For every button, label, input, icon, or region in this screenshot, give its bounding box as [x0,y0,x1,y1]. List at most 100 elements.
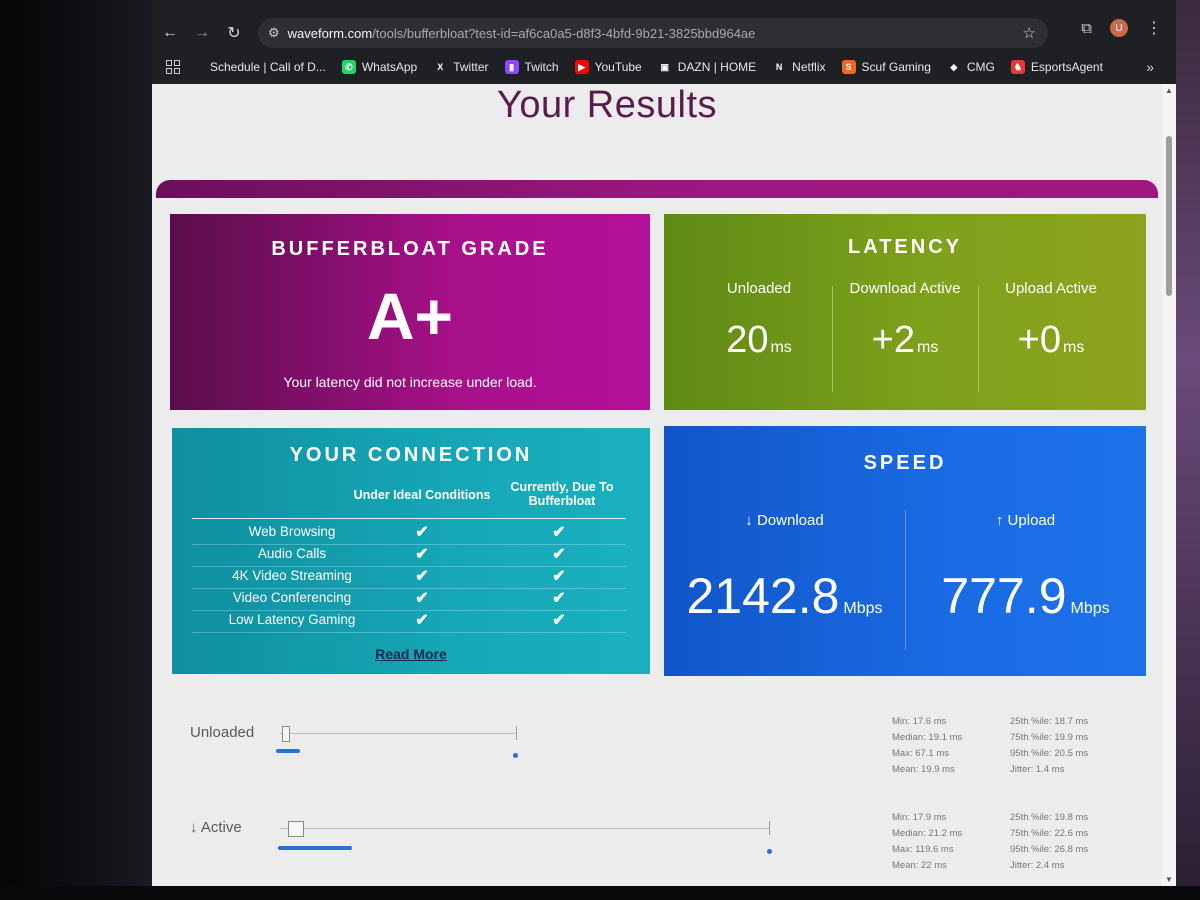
browser-menu-icon[interactable]: ⋮ [1146,18,1162,38]
url-host: waveform.com [287,25,373,41]
bookmark-item[interactable]: ▣ DAZN | HOME [657,60,757,74]
stat-p25: 25th %ile: 18.7 ms [1010,716,1089,727]
active-stats-right: 25th %ile: 19.8 ms 75th %ile: 22.6 ms 95… [1010,810,1088,874]
download-unit: Mbps [843,600,883,617]
browser-toolbar: ← → ↻ ⚙ waveform.com /tools/bufferbloat?… [152,14,1176,52]
bookmark-favicon-icon: ◆ [946,60,961,74]
bufferbloat-grade-card: BUFFERBLOAT GRADE A+ Your latency did no… [170,214,650,410]
bookmark-label: YouTube [594,60,642,74]
grade-description: Your latency did not increase under load… [283,374,537,390]
scroll-up-arrow-icon[interactable]: ▲ [1165,86,1173,95]
table-header-rule [192,518,626,519]
check-icon: ✔ [552,568,566,585]
bookmark-item[interactable]: ♞ EsportsAgent [1010,60,1103,74]
bookmark-star-icon[interactable]: ☆ [1023,24,1036,42]
upload-label: ↑ Upload [995,512,1056,529]
connection-row-name: Web Browsing [248,524,336,539]
active-plot-end-tick [769,821,770,835]
page-scrollbar[interactable]: ▲ ▼ [1162,84,1176,886]
more-bookmarks-icon[interactable]: » [1146,59,1154,75]
forward-arrow-icon[interactable]: → [188,19,216,47]
stat-min: Min: 17.9 ms [892,812,947,823]
bookmark-favicon-icon: ▶ [574,60,589,74]
latency-value: +2 [871,319,915,361]
your-connection-card: YOUR CONNECTION Under Ideal Conditions C… [172,428,650,674]
check-icon: ✔ [415,568,429,585]
bookmark-item[interactable]: ▮ Twitch [504,60,559,74]
reload-icon[interactable]: ↻ [220,19,248,47]
connection-row-name: Audio Calls [257,546,327,561]
url-path: /tools/bufferbloat?test-id=af6ca0a5-d8f3… [372,25,756,41]
connection-row-name: Low Latency Gaming [228,612,356,627]
stat-mean: Mean: 22 ms [892,860,947,871]
connection-row: 4K Video Streaming ✔ ✔ [192,566,626,589]
back-arrow-icon[interactable]: ← [156,19,184,47]
connection-card-title: YOUR CONNECTION [289,444,533,466]
stat-median: Median: 21.2 ms [892,828,963,839]
scrollbar-thumb[interactable] [1166,136,1172,296]
stat-jitter: Jitter: 1.4 ms [1010,764,1065,775]
check-icon: ✔ [415,524,429,541]
bookmark-favicon-icon: ♞ [1010,60,1025,74]
stat-p25: 25th %ile: 19.8 ms [1010,812,1089,823]
unloaded-stats-left: Min: 17.6 ms Median: 19.1 ms Max: 67.1 m… [892,714,962,778]
results-header-band [156,180,1158,198]
bookmark-label: EsportsAgent [1030,60,1103,74]
stat-jitter: Jitter: 2.4 ms [1010,860,1065,871]
unloaded-row-label: Unloaded [190,724,255,741]
download-label: ↓ Download [745,512,824,529]
latency-label: Download Active [849,280,961,297]
page-content: Your Results BUFFERBLOAT GRADE A+ Your l… [152,84,1162,886]
bookmark-item[interactable]: N Netflix [772,60,826,74]
bookmark-item[interactable]: ▶ YouTube [574,60,642,74]
bookmark-favicon-icon: ▣ [657,60,672,74]
stat-min: Min: 17.6 ms [892,716,947,727]
check-icon: ✔ [415,612,429,629]
unloaded-outlier [513,753,518,758]
latency-value: +0 [1017,319,1061,361]
address-bar[interactable]: ⚙ waveform.com /tools/bufferbloat?test-i… [258,18,1048,48]
stat-p75: 75th %ile: 22.6 ms [1010,828,1089,839]
bookmark-label: CMG [966,60,995,74]
connection-row: Low Latency Gaming ✔ ✔ [192,610,626,633]
download-active-row-label: ↓ Active [190,819,242,836]
bookmark-label: DAZN | HOME [677,60,757,74]
latency-unit: ms [1063,339,1085,356]
latency-unit: ms [770,339,792,356]
active-stats-left: Min: 17.9 ms Median: 21.2 ms Max: 119.6 … [892,810,962,874]
bookmark-item[interactable]: ✆ WhatsApp [341,60,417,74]
bookmark-label: Twitter [453,60,489,74]
bookmark-favicon-icon: S [841,60,856,74]
bookmark-item[interactable]: Schedule | Call of D... [210,60,326,74]
stat-p95: 95th %ile: 26.8 ms [1010,844,1089,855]
latency-label: Upload Active [1005,280,1097,297]
download-value: 2142.8 [686,568,840,624]
page-title: Your Results [496,84,718,126]
latency-unit: ms [917,339,939,356]
bookmark-label: Netflix [792,60,826,74]
unloaded-plot-end-tick [516,726,517,740]
check-icon: ✔ [552,546,566,563]
bookmark-favicon-icon: X [433,60,448,74]
site-info-icon[interactable]: ⚙ [268,25,280,41]
scroll-down-arrow-icon[interactable]: ▼ [1165,875,1173,884]
browser-window: ← → ↻ ⚙ waveform.com /tools/bufferbloat?… [152,0,1176,886]
bookmark-item[interactable]: X Twitter [433,60,489,74]
read-more-link[interactable]: Read More [172,646,650,662]
bookmark-item[interactable]: ◆ CMG [946,60,995,74]
download-speed: ↓ Download 2142.8 Mbps [664,512,905,625]
stat-p95: 95th %ile: 20.5 ms [1010,748,1089,759]
unloaded-plot-axis [280,733,516,734]
bookmark-label: Twitch [524,60,559,74]
unloaded-box [282,726,290,742]
profile-avatar[interactable]: U [1110,19,1128,37]
bookmarks-bar: Schedule | Call of D... ✆ WhatsApp X Twitter… [152,54,1176,80]
bookmark-favicon-icon: ✆ [341,60,356,74]
apps-grid-icon[interactable] [166,60,180,74]
check-icon: ✔ [552,524,566,541]
stat-median: Median: 19.1 ms [892,732,963,743]
extensions-icon[interactable]: ⧉ [1081,20,1092,37]
bookmark-item[interactable]: S Scuf Gaming [841,60,931,74]
active-outlier [767,849,772,854]
monitor-bezel-left [0,0,152,900]
